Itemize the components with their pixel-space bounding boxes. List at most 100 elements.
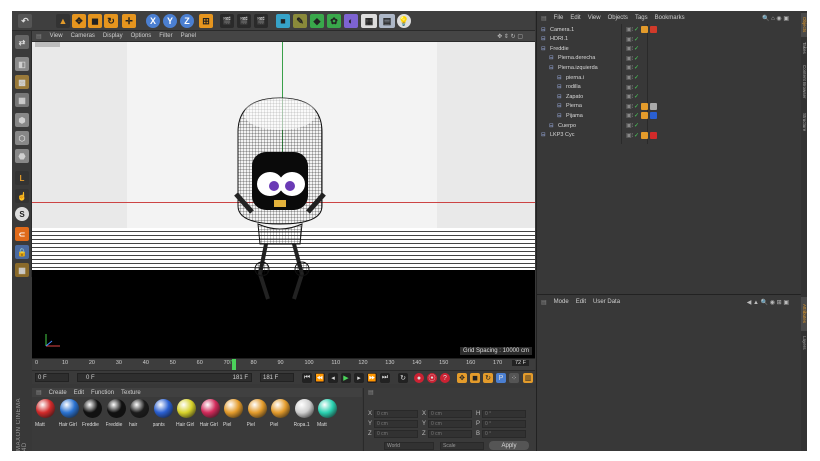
y-axis-icon[interactable]: Y <box>163 14 177 28</box>
visibility-toggle-icon[interactable]: ▣⁝ <box>626 26 634 33</box>
material-swatch[interactable]: Hair Girl <box>59 399 80 429</box>
object-tag-icon[interactable] <box>641 112 648 120</box>
object-row[interactable]: ⊟ Freddie ▣⁝ ✓ <box>537 44 802 53</box>
viewport-menu-view[interactable]: View <box>50 33 63 39</box>
viewport-menu-options[interactable]: Options <box>131 33 152 39</box>
move-tool-icon[interactable]: ✥ <box>72 14 86 28</box>
go-to-end-icon[interactable]: ⏭ <box>380 373 390 383</box>
loop-icon[interactable]: ↻ <box>398 373 408 383</box>
snap-icon[interactable]: S <box>15 207 29 221</box>
render-view-icon[interactable]: 🎬 <box>220 14 234 28</box>
render-picture-viewer-icon[interactable]: 🎬 <box>237 14 251 28</box>
play-icon[interactable]: ▶ <box>341 373 351 383</box>
coordinate-value-field[interactable]: 0 cm <box>428 410 472 418</box>
preview-range-slider[interactable]: 0 F 181 F <box>77 373 252 382</box>
material-menu-function[interactable]: Function <box>91 390 114 396</box>
visibility-toggle-icon[interactable]: ▣⁝ <box>626 132 634 139</box>
object-menu-objects[interactable]: Objects <box>608 15 628 21</box>
live-selection-icon[interactable]: ✛ <box>122 14 136 28</box>
object-tag-icon[interactable] <box>650 26 657 33</box>
timeline-window-icon[interactable]: ▥ <box>523 373 533 383</box>
object-row[interactable]: ⊟ LKP3 Cyc ▣⁝ ✓ <box>537 131 802 140</box>
viewport-menu-cameras[interactable]: Cameras <box>71 33 95 39</box>
object-tag-icon[interactable] <box>641 131 648 139</box>
enabled-check-icon[interactable]: ✓ <box>634 45 639 52</box>
3d-viewport[interactable]: Grid Spacing : 10000 cm <box>32 42 535 358</box>
tab-objects[interactable]: Objects <box>801 13 807 37</box>
object-row[interactable]: ⊟ Camera.1 ▣⁝ ✓ <box>537 25 802 34</box>
coordinate-value-field[interactable]: 0 ° <box>482 410 526 418</box>
apply-button[interactable]: Apply <box>489 441 529 450</box>
cube-object-icon[interactable]: ■ <box>276 14 290 28</box>
object-tag-icon[interactable] <box>650 131 657 139</box>
z-axis-icon[interactable]: Z <box>180 14 194 28</box>
points-mode-icon[interactable]: ⬢ <box>15 113 29 127</box>
grid-icon[interactable]: ▦ <box>15 263 29 277</box>
object-row[interactable]: ⊟ Zapato ▣⁝ ✓ <box>537 92 802 101</box>
lock-workplane-icon[interactable]: 🔒 <box>15 245 29 259</box>
previous-frame-icon[interactable]: ◂ <box>328 373 338 383</box>
go-to-start-icon[interactable]: ⏮ <box>302 373 312 383</box>
material-swatch[interactable]: Matt <box>317 399 338 429</box>
visibility-toggle-icon[interactable]: ▣⁝ <box>626 93 634 100</box>
select-tool-icon[interactable]: ▲ <box>56 14 70 28</box>
end-frame-field[interactable]: 181 F <box>260 373 294 382</box>
attribute-menu-edit[interactable]: Edit <box>576 299 586 305</box>
coordinate-scale-select[interactable]: Scale <box>440 442 484 450</box>
object-menu-view[interactable]: View <box>588 15 601 21</box>
previous-key-icon[interactable]: ⏪ <box>315 373 325 383</box>
timeline-ruler[interactable]: 0102030405060707280901001101201301401501… <box>32 358 535 371</box>
object-menu-bookmarks[interactable]: Bookmarks <box>655 15 685 21</box>
record-icon[interactable]: ● <box>414 373 424 383</box>
material-swatch[interactable]: Matt <box>35 399 56 429</box>
visibility-toggle-icon[interactable]: ▣⁝ <box>626 36 634 43</box>
attribute-nav-icons[interactable]: ◀ ▲ 🔍 ◉ ⊞ ▣ <box>747 299 789 306</box>
enabled-check-icon[interactable]: ✓ <box>634 103 639 110</box>
enabled-check-icon[interactable]: ✓ <box>634 64 639 71</box>
material-swatch[interactable]: Piel <box>223 399 244 429</box>
deformer-icon[interactable]: ◐ <box>344 14 358 28</box>
material-menu-edit[interactable]: Edit <box>74 390 84 396</box>
object-tag-icon[interactable] <box>650 102 657 110</box>
viewport-menu-panel[interactable]: Panel <box>181 33 196 39</box>
texture-mode-icon[interactable]: ▩ <box>15 75 29 89</box>
enabled-check-icon[interactable]: ✓ <box>634 36 639 43</box>
material-swatch[interactable]: Piel <box>247 399 268 429</box>
tab-layers[interactable]: Layers <box>801 333 807 353</box>
floor-scene-icon[interactable]: ▦ <box>361 14 377 28</box>
coordinate-value-field[interactable]: 0 ° <box>482 430 526 438</box>
object-row[interactable]: ⊟ rodilla ▣⁝ ✓ <box>537 83 802 92</box>
viewport-menu-display[interactable]: Display <box>103 33 123 39</box>
tab-attributes[interactable]: Attributes <box>801 297 807 331</box>
next-frame-icon[interactable]: ▸ <box>354 373 364 383</box>
object-menu-file[interactable]: File <box>554 15 564 21</box>
material-swatch[interactable]: Freddie <box>82 399 103 429</box>
coordinate-mode-select[interactable]: World <box>384 442 434 450</box>
material-swatch[interactable]: pants <box>153 399 174 429</box>
enabled-check-icon[interactable]: ✓ <box>634 112 639 119</box>
material-menu-create[interactable]: Create <box>49 390 67 396</box>
parameter-key-icon[interactable]: P <box>496 373 506 383</box>
object-row[interactable]: ⊟ Cuerpo ▣⁝ ✓ <box>537 121 802 130</box>
rotate-tool-icon[interactable]: ↻ <box>104 14 118 28</box>
enabled-check-icon[interactable]: ✓ <box>634 26 639 33</box>
coordinate-value-field[interactable]: 0 cm <box>428 420 472 428</box>
material-swatch[interactable]: Piel <box>270 399 291 429</box>
coordinate-value-field[interactable]: 0 cm <box>374 410 418 418</box>
camera-scene-icon[interactable]: ▤ <box>379 14 395 28</box>
object-tag-icon[interactable] <box>641 26 648 33</box>
visibility-toggle-icon[interactable]: ▣⁝ <box>626 84 634 91</box>
light-icon[interactable]: 💡 <box>397 14 411 28</box>
visibility-toggle-icon[interactable]: ▣⁝ <box>626 74 634 81</box>
viewport-nav-icons[interactable]: ✥ ⇕ ↻ ▢ <box>497 33 523 40</box>
material-menu-texture[interactable]: Texture <box>121 390 141 396</box>
material-swatch[interactable]: hair <box>129 399 150 429</box>
object-row[interactable]: ⊟ Pierna ▣⁝ ✓ <box>537 102 802 111</box>
coordinate-value-field[interactable]: 0 ° <box>482 420 526 428</box>
attribute-menu-mode[interactable]: Mode <box>554 299 569 305</box>
enable-snap-icon[interactable]: ⊂ <box>15 227 29 241</box>
tab-structure[interactable]: Structure <box>801 107 807 137</box>
point-level-key-icon[interactable]: ⁘ <box>509 373 519 383</box>
next-key-icon[interactable]: ⏩ <box>367 373 377 383</box>
attribute-menu-user-data[interactable]: User Data <box>593 299 620 305</box>
